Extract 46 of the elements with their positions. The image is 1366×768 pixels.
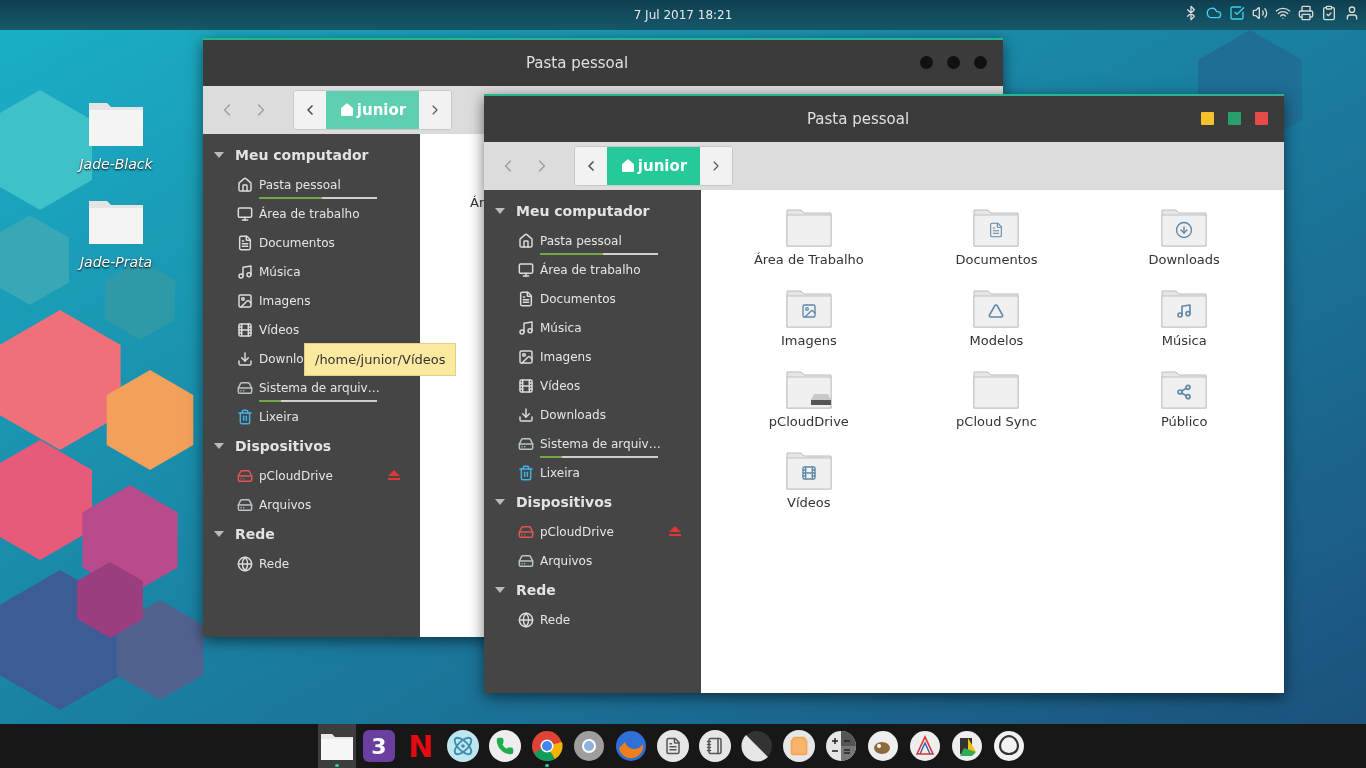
- item-label: pCloudDrive: [540, 524, 614, 539]
- window-title: Pasta pessoal: [525, 54, 629, 72]
- app-icon: N: [405, 730, 437, 762]
- item-label: Vídeos: [540, 378, 581, 393]
- item-label: pCloudDrive: [259, 468, 333, 483]
- item-label: Downlo: [259, 351, 304, 366]
- section-title: Dispositivos: [235, 438, 332, 454]
- file-label: Imagens: [780, 333, 837, 348]
- section-title: Meu computador: [516, 203, 650, 219]
- item-label: Arquivos: [259, 497, 312, 512]
- file-label: pCloud Sync: [956, 414, 1037, 429]
- file-label: Ár: [470, 195, 485, 210]
- section-title: Rede: [235, 526, 275, 542]
- item-label: Sistema de arquiv…: [259, 380, 380, 395]
- file-label: Documentos: [955, 252, 1038, 267]
- item-label: Imagens: [259, 293, 311, 308]
- item-label: Rede: [259, 556, 290, 571]
- item-label: Rede: [540, 612, 571, 627]
- section-title: Meu computador: [235, 147, 369, 163]
- window-title: Pasta pessoal: [806, 110, 910, 128]
- file-label: pCloudDrive: [768, 414, 849, 429]
- item-label: Documentos: [540, 291, 616, 306]
- item-label: Downloads: [540, 407, 606, 422]
- item-label: Arquivos: [540, 553, 593, 568]
- file-label: Público: [1160, 414, 1208, 429]
- item-label: Lixeira: [259, 409, 299, 424]
- file-label: Área de Trabalho: [753, 252, 864, 267]
- app-icon: 3: [363, 730, 395, 762]
- item-label: Música: [540, 320, 582, 335]
- item-label: Lixeira: [540, 465, 580, 480]
- tooltip: /home/junior/Vídeos: [304, 343, 457, 376]
- item-label: Documentos: [259, 235, 335, 250]
- item-label: Sistema de arquiv…: [540, 436, 661, 451]
- file-label: Música: [1161, 333, 1207, 348]
- item-label: Música: [259, 264, 301, 279]
- file-label: Downloads: [1148, 252, 1220, 267]
- item-label: Pasta pessoal: [259, 177, 341, 192]
- item-label: Imagens: [540, 349, 592, 364]
- item-label: Área de trabalho: [259, 206, 360, 221]
- item-label: Pasta pessoal: [540, 233, 622, 248]
- item-label: Área de trabalho: [540, 262, 641, 277]
- section-title: Rede: [516, 582, 556, 598]
- item-label: Vídeos: [259, 322, 300, 337]
- section-title: Dispositivos: [516, 494, 613, 510]
- file-label: Vídeos: [787, 495, 831, 510]
- file-label: Modelos: [969, 333, 1024, 348]
